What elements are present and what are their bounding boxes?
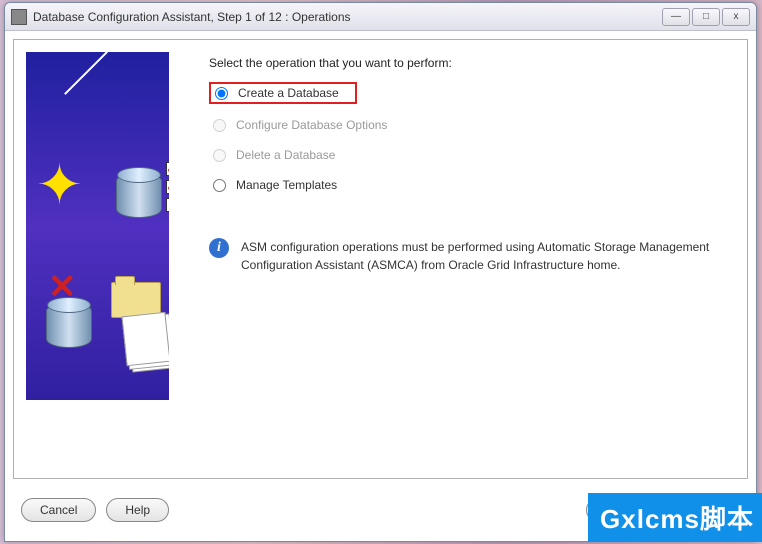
- info-icon: i: [209, 238, 229, 258]
- app-icon: [11, 9, 27, 25]
- radio-configure[interactable]: [213, 119, 226, 132]
- option-create-database[interactable]: Create a Database: [209, 82, 357, 104]
- wand-graphic: [64, 52, 108, 95]
- titlebar[interactable]: Database Configuration Assistant, Step 1…: [5, 3, 756, 31]
- option-delete-database[interactable]: Delete a Database: [209, 146, 725, 164]
- main-panel: Select the operation that you want to pe…: [169, 40, 747, 478]
- database-cylinder-icon: [116, 172, 162, 218]
- option-label: Create a Database: [238, 86, 339, 100]
- watermark: Gxlcms脚本: [588, 493, 762, 542]
- option-manage-templates[interactable]: Manage Templates: [209, 176, 725, 194]
- option-label: Manage Templates: [236, 178, 337, 192]
- wizard-graphic: ✦ ✕: [26, 52, 169, 400]
- info-text: ASM configuration operations must be per…: [241, 238, 725, 274]
- option-configure-database[interactable]: Configure Database Options: [209, 116, 725, 134]
- option-label: Configure Database Options: [236, 118, 387, 132]
- database-cylinder-icon: [46, 302, 92, 348]
- window-title: Database Configuration Assistant, Step 1…: [33, 10, 662, 24]
- wizard-window: Database Configuration Assistant, Step 1…: [4, 2, 757, 542]
- help-button[interactable]: Help: [106, 498, 169, 522]
- star-graphic: ✦: [36, 152, 83, 218]
- window-controls: — □ x: [662, 8, 750, 26]
- prompt-text: Select the operation that you want to pe…: [209, 56, 725, 70]
- cancel-button[interactable]: Cancel: [21, 498, 96, 522]
- minimize-button[interactable]: —: [662, 8, 690, 26]
- content-area: ✦ ✕ Select the operation that you want t…: [13, 39, 748, 479]
- radio-manage[interactable]: [213, 179, 226, 192]
- option-label: Delete a Database: [236, 148, 335, 162]
- checklist-graphic: [166, 162, 169, 216]
- maximize-button[interactable]: □: [692, 8, 720, 26]
- radio-delete[interactable]: [213, 149, 226, 162]
- papers-icon: [122, 312, 169, 366]
- info-section: i ASM configuration operations must be p…: [209, 238, 725, 274]
- radio-create[interactable]: [215, 87, 228, 100]
- close-button[interactable]: x: [722, 8, 750, 26]
